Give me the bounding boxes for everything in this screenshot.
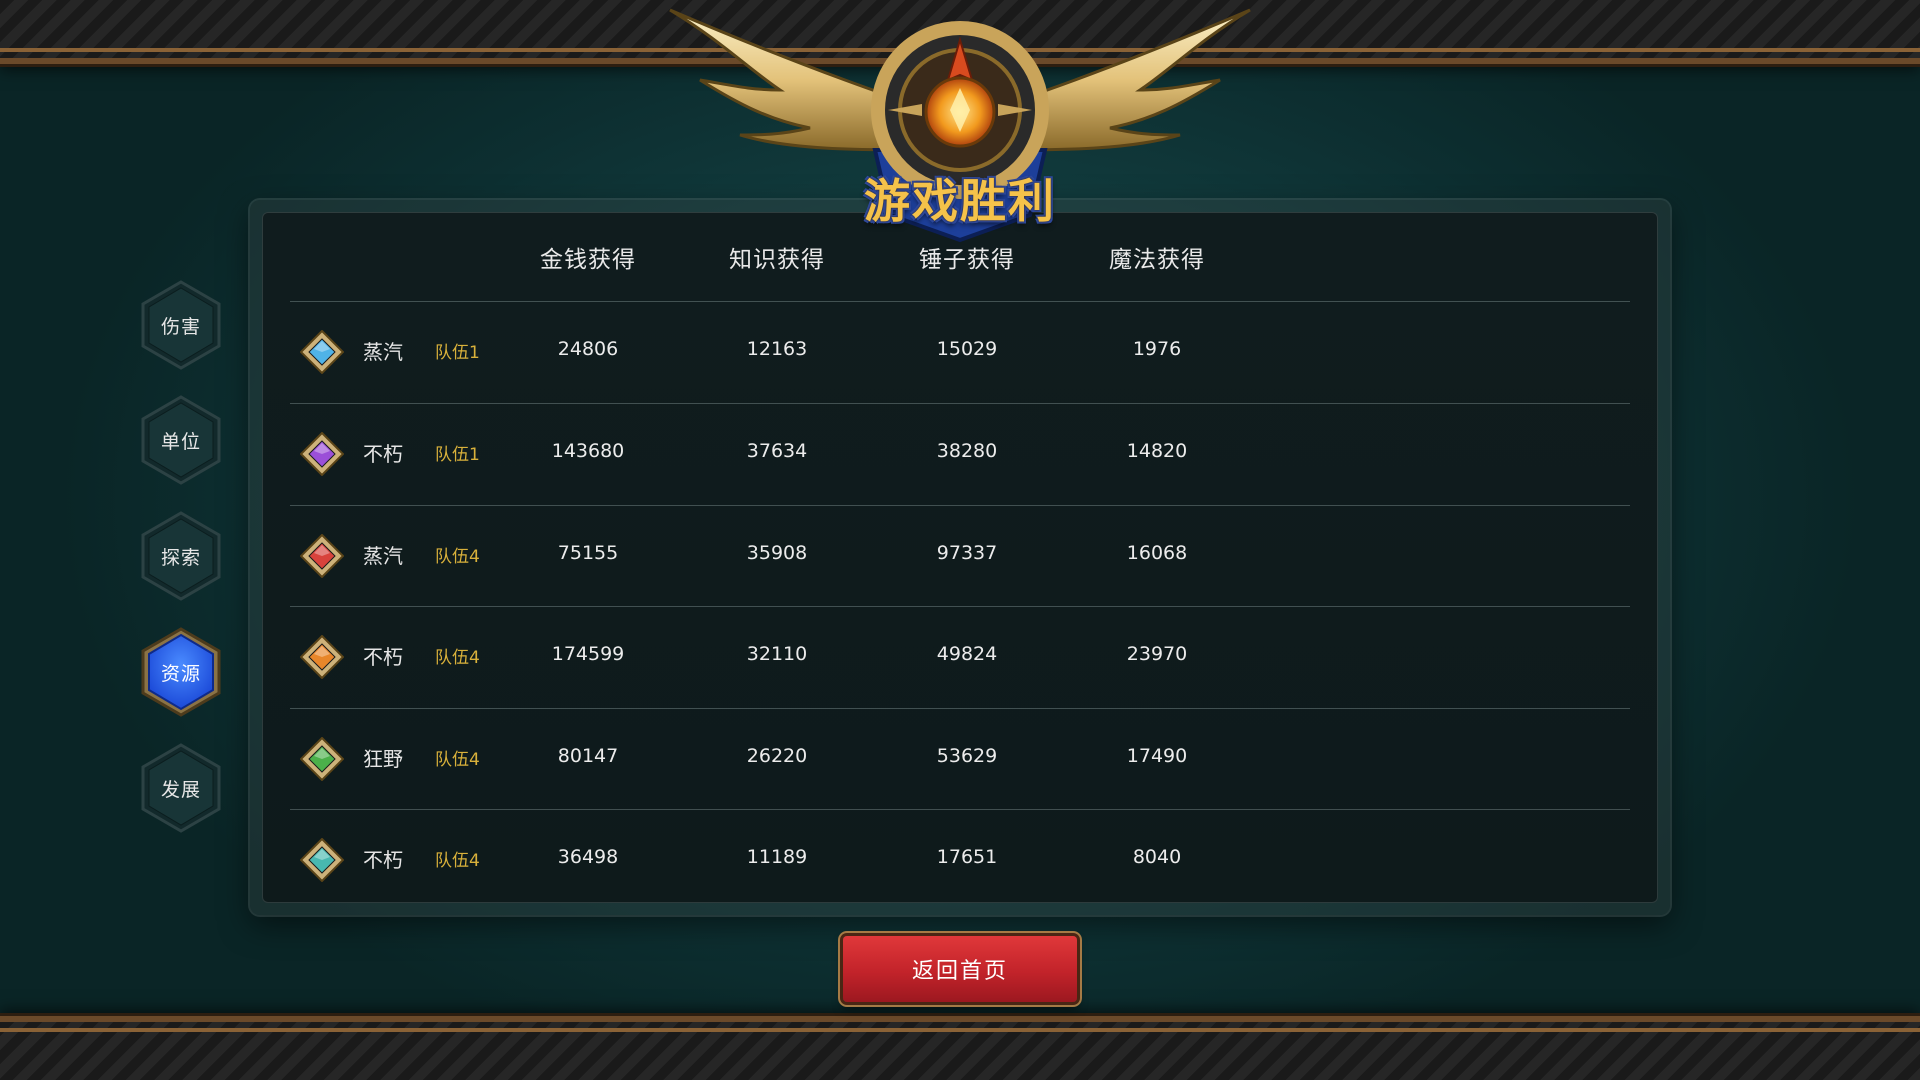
cell-knowledge: 32110 — [746, 643, 808, 665]
cell-gold: 143680 — [551, 440, 625, 462]
sidebar-item-damage[interactable]: 伤害 — [140, 280, 222, 370]
cell-hammer: 17651 — [936, 846, 998, 868]
sidebar-item-resources[interactable]: 资源 — [140, 627, 222, 717]
sidebar-item-label: 伤害 — [160, 315, 201, 338]
team-label: 队伍1 — [435, 445, 480, 465]
cell-knowledge: 37634 — [746, 440, 808, 462]
faction-gem-icon — [300, 838, 344, 882]
sidebar-item-label: 资源 — [160, 662, 201, 685]
sidebar-item-label: 单位 — [160, 430, 201, 453]
table-row: 蒸汽 队伍1 24806 12163 15029 1976 — [290, 300, 1630, 400]
cell-magic: 16068 — [1126, 542, 1188, 564]
cell-magic: 14820 — [1126, 440, 1188, 462]
column-header-gold: 金钱获得 — [540, 247, 636, 273]
cell-magic: 17490 — [1126, 745, 1188, 767]
cell-gold: 174599 — [551, 643, 625, 665]
table-row: 不朽 队伍1 143680 37634 38280 14820 — [290, 402, 1630, 502]
faction-gem-icon — [300, 534, 344, 578]
cell-hammer: 15029 — [936, 338, 998, 360]
cell-hammer: 38280 — [936, 440, 998, 462]
faction-name: 蒸汽 — [363, 340, 403, 364]
cell-gold: 75155 — [557, 542, 619, 564]
cell-knowledge: 11189 — [746, 846, 808, 868]
cell-knowledge: 26220 — [746, 745, 808, 767]
team-label: 队伍4 — [435, 851, 480, 871]
cell-hammer: 49824 — [936, 643, 998, 665]
sidebar-item-label: 探索 — [160, 546, 201, 569]
sidebar-item-explore[interactable]: 探索 — [140, 511, 222, 601]
faction-name: 狂野 — [363, 747, 403, 771]
sidebar-item-development[interactable]: 发展 — [140, 743, 222, 833]
team-label: 队伍1 — [435, 343, 480, 363]
return-home-label: 返回首页 — [911, 959, 1008, 984]
cell-magic: 8040 — [1132, 846, 1182, 868]
faction-name: 不朽 — [363, 645, 403, 669]
cell-gold: 36498 — [557, 846, 619, 868]
faction-gem-icon — [300, 737, 344, 781]
sidebar-item-label: 发展 — [160, 778, 201, 801]
team-label: 队伍4 — [435, 648, 480, 668]
faction-name: 不朽 — [363, 442, 403, 466]
table-row: 蒸汽 队伍4 75155 35908 97337 16068 — [290, 504, 1630, 604]
table-row: 不朽 队伍4 36498 11189 17651 8040 — [290, 808, 1630, 908]
column-header-knowledge: 知识获得 — [729, 247, 825, 273]
faction-gem-icon — [300, 330, 344, 374]
team-label: 队伍4 — [435, 750, 480, 770]
table-row: 狂野 队伍4 80147 26220 53629 17490 — [290, 707, 1630, 807]
cell-knowledge: 12163 — [746, 338, 808, 360]
return-home-button[interactable]: 返回首页 — [843, 936, 1077, 1002]
cell-gold: 80147 — [557, 745, 619, 767]
team-label: 队伍4 — [435, 547, 480, 567]
cell-magic: 23970 — [1126, 643, 1188, 665]
faction-gem-icon — [300, 432, 344, 476]
cell-hammer: 97337 — [936, 542, 998, 564]
victory-title: 游戏胜利 — [864, 174, 1056, 228]
cell-gold: 24806 — [557, 338, 619, 360]
table-row: 不朽 队伍4 174599 32110 49824 23970 — [290, 605, 1630, 705]
column-header-magic: 魔法获得 — [1109, 247, 1205, 273]
cell-hammer: 53629 — [936, 745, 998, 767]
bottom-decor-band — [0, 1016, 1920, 1080]
faction-name: 不朽 — [363, 848, 403, 872]
faction-name: 蒸汽 — [363, 544, 403, 568]
cell-knowledge: 35908 — [746, 542, 808, 564]
column-header-hammer: 锤子获得 — [919, 247, 1015, 273]
sidebar-item-units[interactable]: 单位 — [140, 395, 222, 485]
faction-gem-icon — [300, 635, 344, 679]
cell-magic: 1976 — [1132, 338, 1182, 360]
